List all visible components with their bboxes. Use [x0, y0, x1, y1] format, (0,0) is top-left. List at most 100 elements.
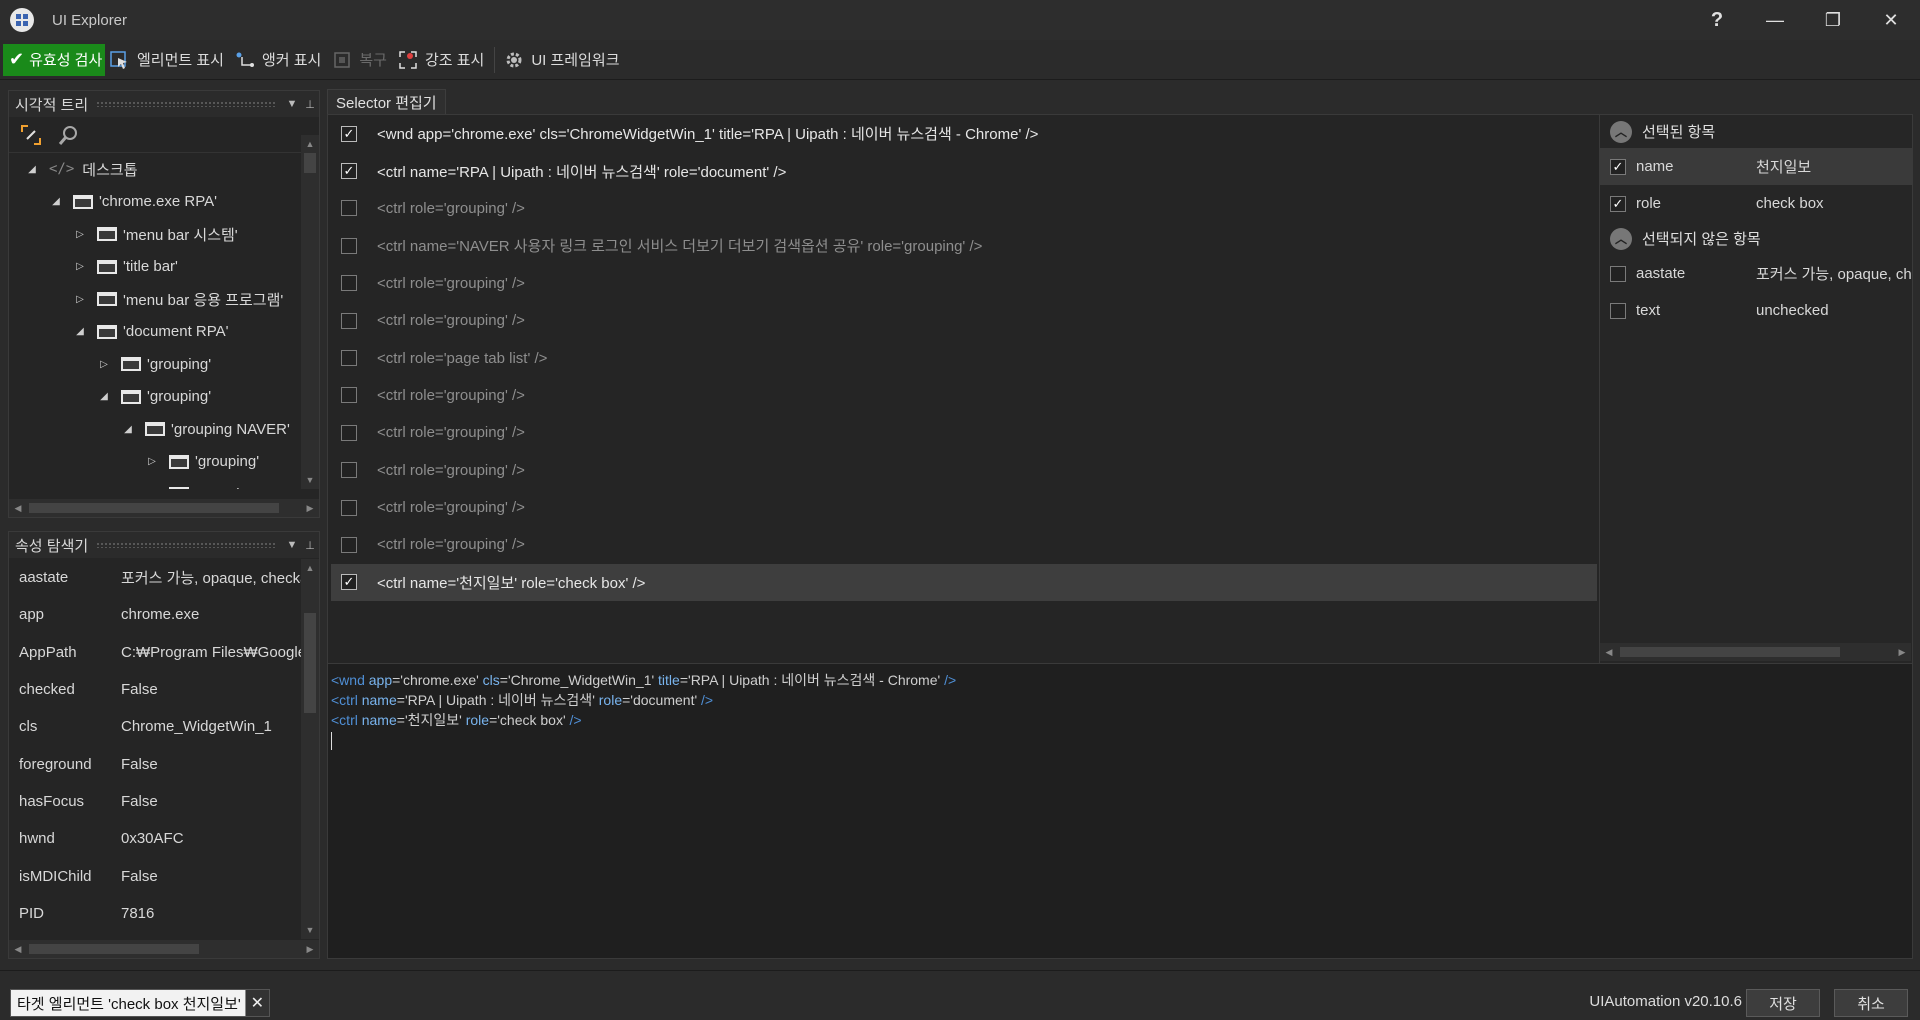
selector-node-checkbox[interactable]: ✓: [341, 125, 357, 142]
tree-item[interactable]: ▷ 'grouping': [9, 348, 301, 381]
attributes-hscroll[interactable]: ◀ ▶: [1600, 643, 1911, 661]
expanded-arrow-icon[interactable]: ◢: [121, 424, 135, 435]
property-row[interactable]: isMDIChild False: [9, 857, 301, 894]
property-row[interactable]: hasFocus False: [9, 783, 301, 820]
cancel-button[interactable]: 취소: [1834, 989, 1908, 1017]
collapsed-arrow-icon[interactable]: ▷: [97, 359, 111, 370]
property-row[interactable]: aastate 포커스 가능, opaque, checkable: [9, 559, 301, 596]
tree-item[interactable]: ▷ 'menu bar 응용 프로그램': [9, 283, 301, 316]
tree-item[interactable]: ◢ 'document RPA': [9, 316, 301, 349]
selector-node-checkbox[interactable]: [341, 499, 357, 516]
selector-node-row[interactable]: <ctrl name='NAVER 사용자 링크 로그인 서비스 더보기 더보기…: [331, 227, 1597, 264]
expanded-arrow-icon[interactable]: ◢: [73, 326, 87, 337]
selector-node-row[interactable]: <ctrl role='grouping' />: [331, 526, 1597, 563]
selector-node-checkbox[interactable]: ✓: [341, 574, 357, 591]
collapse-icon[interactable]: ︿: [1610, 227, 1632, 250]
selector-node-checkbox[interactable]: [341, 200, 357, 217]
panel-grip[interactable]: [96, 542, 275, 548]
expanded-arrow-icon[interactable]: ◢: [49, 196, 63, 207]
selector-node-checkbox[interactable]: [341, 275, 357, 292]
selector-node-row[interactable]: <ctrl role='grouping' />: [331, 452, 1597, 489]
pin-icon[interactable]: ⊥: [301, 539, 319, 552]
selector-node-row[interactable]: <ctrl role='grouping' />: [331, 377, 1597, 414]
tree-item[interactable]: ▷ 'menu bar 시스템': [9, 218, 301, 251]
selector-node-checkbox[interactable]: [341, 536, 357, 553]
collapsed-arrow-icon[interactable]: ▷: [73, 261, 87, 272]
collapsed-arrow-icon[interactable]: ▷: [145, 456, 159, 467]
visual-tree-vscroll[interactable]: ▲ ▼: [301, 135, 319, 489]
show-anchor-button[interactable]: 앵커 표시: [230, 44, 327, 76]
restore-button[interactable]: ❐: [1804, 0, 1862, 40]
expanded-arrow-icon[interactable]: ◢: [25, 164, 39, 175]
property-row[interactable]: AppPath C:₩Program Files₩Google₩Chrome: [9, 634, 301, 671]
restore-selector-button[interactable]: 복구: [327, 44, 393, 76]
scroll-right-icon[interactable]: ▶: [301, 499, 319, 517]
selector-node-row[interactable]: ✓ <ctrl name='RPA | Uipath : 네이버 뉴스검색' ro…: [331, 152, 1597, 189]
chevron-down-icon[interactable]: ▼: [283, 539, 301, 551]
scroll-down-icon[interactable]: ▼: [301, 471, 319, 489]
scroll-right-icon[interactable]: ▶: [1893, 643, 1911, 661]
attribute-row[interactable]: aastate 포커스 가능, opaque, checkable: [1600, 255, 1912, 292]
ui-framework-button[interactable]: UI 프레임워크: [499, 44, 625, 76]
property-row[interactable]: checked False: [9, 671, 301, 708]
selector-text-editor[interactable]: <wnd app='chrome.exe' cls='Chrome_Widget…: [328, 663, 1912, 958]
property-row[interactable]: app chrome.exe: [9, 596, 301, 633]
help-button[interactable]: ?: [1688, 0, 1746, 40]
property-hscroll[interactable]: ◀ ▶: [9, 940, 319, 958]
visual-tree-hscroll[interactable]: ◀ ▶: [9, 499, 319, 517]
tab-selector-editor[interactable]: Selector 편집기: [327, 89, 446, 115]
tree-item[interactable]: ◢'grouping': [9, 381, 301, 414]
selector-node-row[interactable]: <ctrl role='grouping' />: [331, 302, 1597, 339]
collapsed-arrow-icon[interactable]: ▷: [73, 229, 87, 240]
property-row[interactable]: hwnd 0x30AFC: [9, 820, 301, 857]
pin-icon[interactable]: ⊥: [301, 98, 319, 111]
collapse-icon[interactable]: ︿: [1610, 120, 1632, 143]
tree-item[interactable]: ◢ </> 데스크톱: [9, 153, 301, 186]
close-button[interactable]: ✕: [1862, 0, 1920, 40]
unselected-attributes-group[interactable]: ︿ 선택되지 않은 항목: [1600, 222, 1912, 255]
attribute-checkbox[interactable]: ✓: [1610, 195, 1626, 212]
scroll-left-icon[interactable]: ◀: [9, 499, 27, 517]
scroll-up-icon[interactable]: ▲: [301, 559, 319, 577]
property-row[interactable]: PID 7816: [9, 895, 301, 932]
scroll-left-icon[interactable]: ◀: [1600, 643, 1618, 661]
tree-item[interactable]: ◢ 'chrome.exe RPA': [9, 186, 301, 219]
selector-node-row[interactable]: <ctrl role='page tab list' />: [331, 339, 1597, 376]
panel-grip[interactable]: [96, 101, 275, 107]
show-element-button[interactable]: 엘리먼트 표시: [105, 44, 230, 76]
tree-item[interactable]: ◢'grouping': [9, 478, 301, 489]
property-row[interactable]: cls Chrome_WidgetWin_1: [9, 708, 301, 745]
property-vscroll[interactable]: ▲ ▼: [301, 559, 319, 939]
expanded-arrow-icon[interactable]: ◢: [97, 391, 111, 402]
selector-node-checkbox[interactable]: [341, 237, 357, 254]
validate-button[interactable]: ✔ 유효성 검사: [3, 43, 105, 76]
selector-node-row[interactable]: <ctrl role='grouping' />: [331, 489, 1597, 526]
attribute-row[interactable]: ✓ name 천지일보: [1600, 148, 1912, 185]
scroll-left-icon[interactable]: ◀: [9, 940, 27, 958]
highlight-button[interactable]: 강조 표시: [393, 44, 490, 76]
selector-node-checkbox[interactable]: [341, 350, 357, 367]
scroll-up-icon[interactable]: ▲: [301, 135, 319, 153]
expand-tree-icon[interactable]: [19, 123, 43, 147]
attribute-checkbox[interactable]: [1610, 265, 1626, 282]
scroll-down-icon[interactable]: ▼: [301, 921, 319, 939]
selector-node-row[interactable]: <ctrl role='grouping' />: [331, 190, 1597, 227]
tree-item[interactable]: ▷ 'grouping': [9, 446, 301, 479]
selector-node-row[interactable]: <ctrl role='grouping' />: [331, 265, 1597, 302]
attribute-checkbox[interactable]: [1610, 302, 1626, 319]
selector-node-checkbox[interactable]: [341, 462, 357, 479]
scroll-right-icon[interactable]: ▶: [301, 940, 319, 958]
chevron-down-icon[interactable]: ▼: [283, 98, 301, 110]
selector-node-checkbox[interactable]: [341, 424, 357, 441]
attribute-checkbox[interactable]: ✓: [1610, 158, 1626, 175]
selector-node-row[interactable]: <ctrl role='grouping' />: [331, 414, 1597, 451]
search-icon[interactable]: [57, 123, 81, 147]
tree-item[interactable]: ◢ 'grouping NAVER': [9, 413, 301, 446]
property-row[interactable]: foreground False: [9, 745, 301, 782]
minimize-button[interactable]: —: [1746, 0, 1804, 40]
selector-node-checkbox[interactable]: [341, 387, 357, 404]
selected-attributes-group[interactable]: ︿ 선택된 항목: [1600, 115, 1912, 148]
close-icon[interactable]: ✕: [244, 990, 269, 1016]
tree-item[interactable]: ▷ 'title bar': [9, 251, 301, 284]
selector-node-checkbox[interactable]: ✓: [341, 163, 357, 180]
